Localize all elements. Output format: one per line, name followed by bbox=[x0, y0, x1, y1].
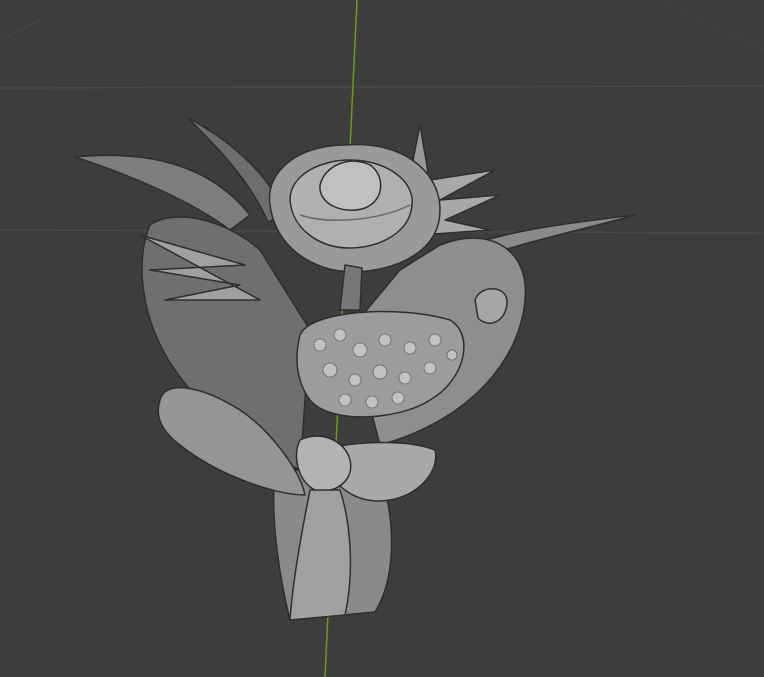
viewport-canvas[interactable] bbox=[0, 0, 764, 677]
grid-line bbox=[0, 85, 764, 89]
3d-viewport[interactable] bbox=[0, 0, 764, 677]
bow-knot bbox=[295, 435, 352, 492]
bouquet-model[interactable] bbox=[74, 117, 636, 621]
wrapping-curl bbox=[474, 288, 508, 324]
grid-line bbox=[659, 0, 764, 51]
grid-line bbox=[0, 19, 41, 41]
